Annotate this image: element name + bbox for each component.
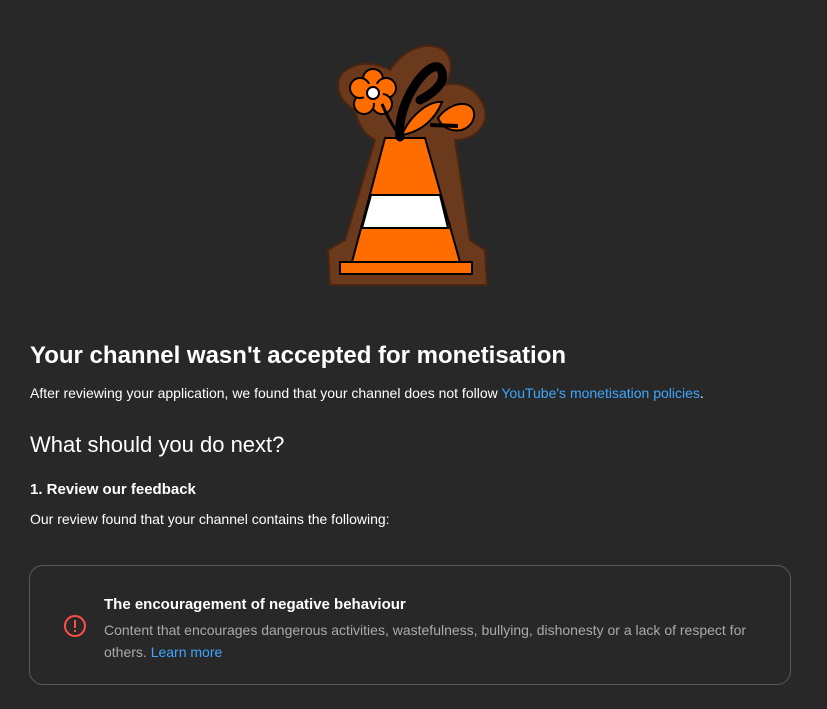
- monetisation-policies-link[interactable]: YouTube's monetisation policies: [501, 385, 700, 401]
- cone-stripe: [360, 194, 450, 229]
- feedback-card: The encouragement of negative behaviour …: [29, 565, 791, 685]
- feedback-title: The encouragement of negative behaviour: [104, 596, 406, 613]
- intro-end: .: [699, 385, 704, 401]
- step-description: Our review found that your channel conta…: [30, 511, 390, 527]
- page-title: Your channel wasn't accepted for monetis…: [30, 342, 567, 369]
- step-title: 1. Review our feedback: [30, 481, 196, 498]
- error-circle-icon: [64, 615, 86, 637]
- next-steps-heading: What should you do next?: [30, 432, 285, 457]
- intro-body: After reviewing your application, we fou…: [30, 385, 502, 401]
- traffic-cone-flower-illustration: [326, 44, 489, 286]
- learn-more-link[interactable]: Learn more: [151, 644, 223, 660]
- intro-text: After reviewing your application, we fou…: [30, 383, 704, 403]
- cone-base: [339, 261, 473, 275]
- feedback-description: Content that encourages dangerous activi…: [104, 619, 774, 663]
